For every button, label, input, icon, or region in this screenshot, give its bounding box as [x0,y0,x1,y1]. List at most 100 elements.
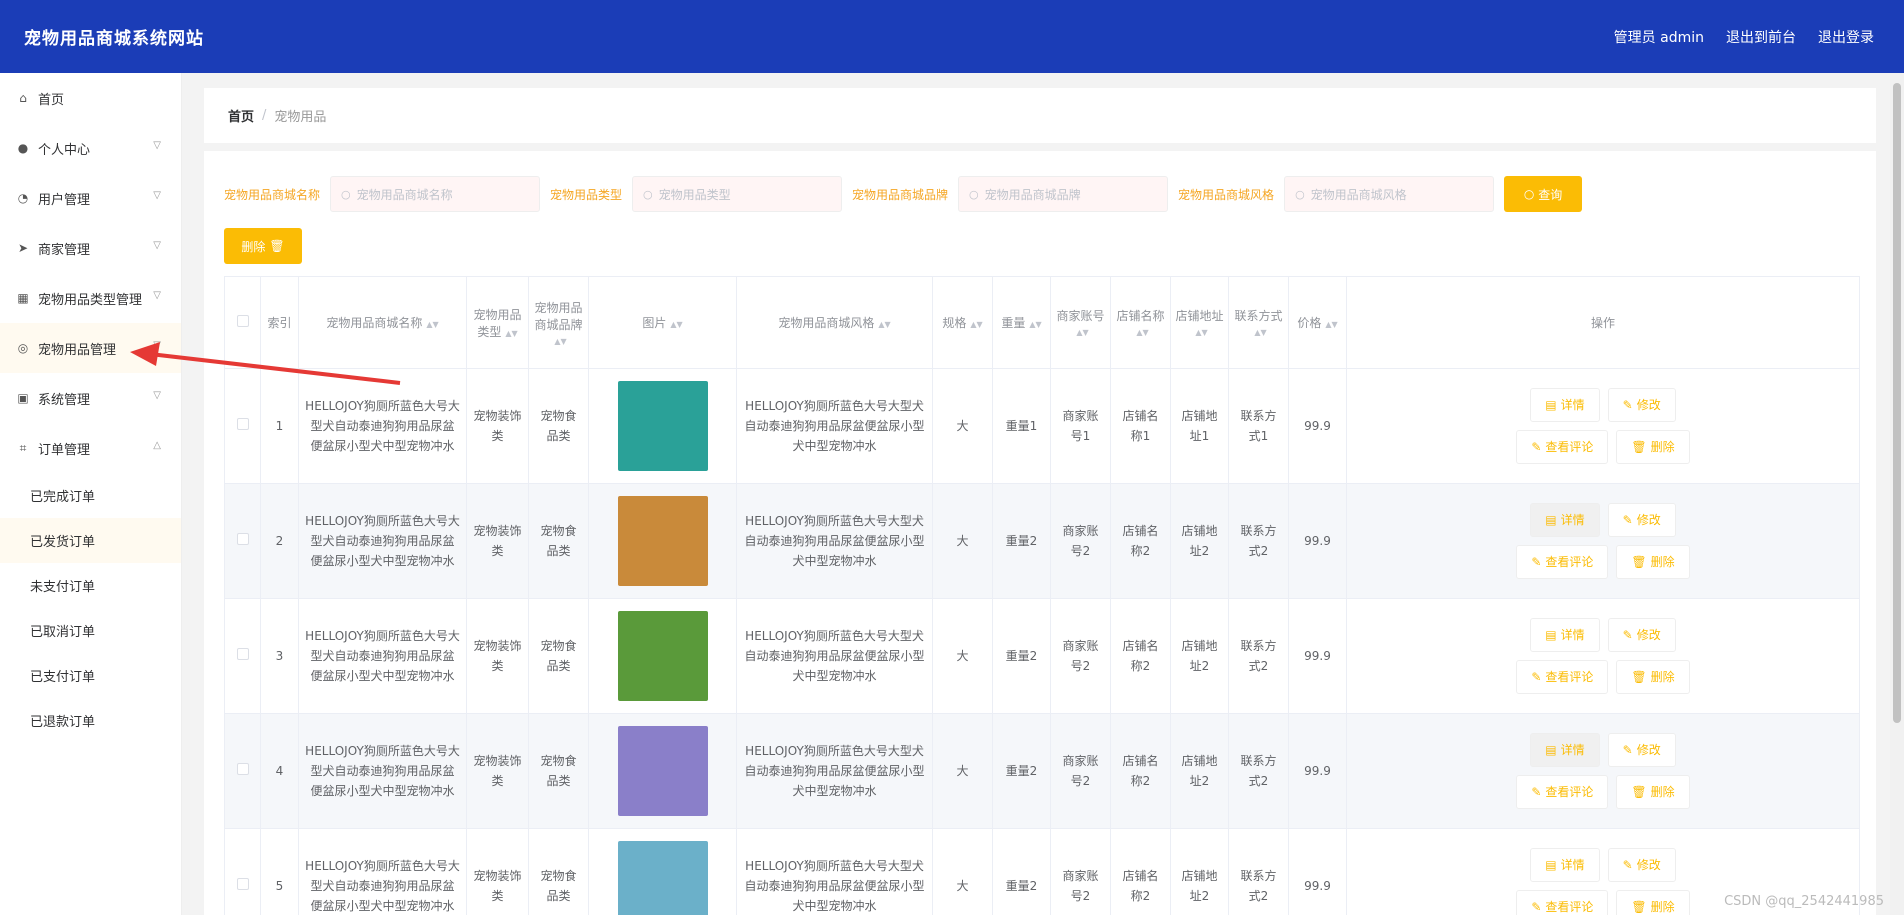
search-input-brand[interactable]: ○ 宠物用品商城品牌 [958,176,1169,212]
sidebar-item-merchants[interactable]: ➤ 商家管理 ▽ [0,223,181,273]
vertical-scrollbar[interactable] [1890,73,1904,915]
cell-weight: 重量2 [992,713,1051,829]
row-select-cell[interactable] [224,598,261,714]
sort-icon[interactable]: ▲▼ [1254,328,1266,337]
col-shop-name[interactable]: 店铺名称 ▲▼ [1110,276,1171,369]
search-input-type[interactable]: ○ 宠物用品类型 [632,176,843,212]
submenu-cancelled-orders[interactable]: 已取消订单 [0,608,181,653]
view-comments-button[interactable]: ✎ 查看评论 [1516,545,1609,579]
sort-icon[interactable]: ▲▼ [670,320,682,329]
sidebar-item-product-types[interactable]: ▦ 宠物用品类型管理 ▽ [0,273,181,323]
sort-icon[interactable]: ▲▼ [1195,328,1207,337]
breadcrumb-current: 宠物用品 [274,110,327,125]
col-type[interactable]: 宠物用品类型 ▲▼ [466,276,529,369]
view-comments-button[interactable]: ✎ 查看评论 [1516,430,1609,464]
col-brand[interactable]: 宠物用品商城品牌 ▲▼ [528,276,589,369]
sidebar-item-orders[interactable]: ⌗ 订单管理 △ [0,423,181,473]
sidebar-item-users[interactable]: ◔ 用户管理 ▽ [0,173,181,223]
detail-button[interactable]: ▤ 详情 [1530,848,1600,882]
detail-button[interactable]: ▤ 详情 [1530,618,1600,652]
sort-icon[interactable]: ▲▼ [1325,320,1337,329]
sidebar-item-profile[interactable]: ● 个人中心 ▽ [0,123,181,173]
detail-button[interactable]: ▤ 详情 [1530,503,1600,537]
col-contact[interactable]: 联系方式 ▲▼ [1228,276,1289,369]
sidebar-item-label: 个人中心 [38,142,91,158]
col-price[interactable]: 价格 ▲▼ [1288,276,1347,369]
sort-icon[interactable]: ▲▼ [1029,320,1041,329]
cell-style: HELLOJOY狗厕所蓝色大号大型犬自动泰迪狗狗用品尿盆便盆尿小型犬中型宠物冲水 [736,828,933,915]
batch-delete-button[interactable]: 删除 🗑 [224,228,302,264]
delete-button[interactable]: 🗑 删除 [1616,430,1690,464]
view-comments-button[interactable]: ✎ 查看评论 [1516,890,1609,915]
view-comments-button[interactable]: ✎ 查看评论 [1516,660,1609,694]
view-comments-button[interactable]: ✎ 查看评论 [1516,775,1609,809]
back-to-front-link[interactable]: 退出到前台 [1726,27,1796,47]
delete-button[interactable]: 🗑 删除 [1616,890,1690,915]
row-select-cell[interactable] [224,713,261,829]
row-checkbox[interactable] [236,878,249,890]
submenu-refunded-orders[interactable]: 已退款订单 [0,698,181,743]
sort-icon[interactable]: ▲▼ [1136,328,1148,337]
cell-brand: 宠物食品类 [528,598,589,714]
col-index: 索引 [260,276,299,369]
op-label: 查看评论 [1545,555,1594,569]
sidebar-item-system[interactable]: ▣ 系统管理 ▽ [0,373,181,423]
col-account[interactable]: 商家账号 ▲▼ [1050,276,1111,369]
product-thumbnail[interactable] [617,381,708,471]
col-name[interactable]: 宠物用品商城名称 ▲▼ [298,276,467,369]
row-checkbox[interactable] [236,648,249,660]
sort-icon[interactable]: ▲▼ [426,320,438,329]
product-thumbnail[interactable] [617,496,708,586]
row-select-cell[interactable] [224,828,261,915]
select-all-checkbox[interactable] [236,315,249,327]
cell-type: 宠物装饰类 [466,368,529,484]
delete-button[interactable]: 🗑 删除 [1616,775,1690,809]
delete-button[interactable]: 🗑 删除 [1616,545,1690,579]
edit-button[interactable]: ✎ 修改 [1607,848,1676,882]
sort-icon[interactable]: ▲▼ [970,320,982,329]
col-actions: 操作 [1346,276,1860,369]
select-all-cell[interactable] [224,276,261,369]
submenu-paid-orders[interactable]: 已支付订单 [0,653,181,698]
product-thumbnail[interactable] [617,841,708,915]
sidebar-item-home[interactable]: ⌂ 首页 [0,73,181,123]
row-checkbox[interactable] [236,763,249,775]
sort-icon[interactable]: ▲▼ [878,320,890,329]
edit-button[interactable]: ✎ 修改 [1607,503,1676,537]
row-select-cell[interactable] [224,368,261,484]
query-button[interactable]: ○ 查询 [1504,176,1583,212]
search-input-name[interactable]: ○ 宠物用品商城名称 [330,176,541,212]
logout-link[interactable]: 退出登录 [1818,27,1874,47]
search-icon: ○ [643,187,653,201]
row-checkbox[interactable] [236,533,249,545]
col-image[interactable]: 图片 ▲▼ [588,276,737,369]
sort-icon[interactable]: ▲▼ [554,337,566,346]
submenu-unpaid-orders[interactable]: 未支付订单 [0,563,181,608]
detail-button[interactable]: ▤ 详情 [1530,733,1600,767]
edit-button[interactable]: ✎ 修改 [1607,733,1676,767]
submenu-completed-orders[interactable]: 已完成订单 [0,473,181,518]
col-spec[interactable]: 规格 ▲▼ [932,276,993,369]
cell-actions: ▤ 详情 ✎ 修改 ✎ 查看评论 🗑 删除 [1346,598,1860,714]
sort-icon[interactable]: ▲▼ [1076,328,1088,337]
search-label-type: 宠物用品类型 [550,187,623,202]
edit-button[interactable]: ✎ 修改 [1607,618,1676,652]
detail-button[interactable]: ▤ 详情 [1530,388,1600,422]
scrollbar-thumb[interactable] [1893,83,1901,723]
row-select-cell[interactable] [224,483,261,599]
row-checkbox[interactable] [236,418,249,430]
col-weight[interactable]: 重量 ▲▼ [992,276,1051,369]
breadcrumb-home[interactable]: 首页 [228,106,254,125]
table-row: 1 HELLOJOY狗厕所蓝色大号大型犬自动泰迪狗狗用品尿盆便盆尿小型犬中型宠物冲… [224,368,1860,484]
product-thumbnail[interactable] [617,611,708,701]
search-input-style[interactable]: ○ 宠物用品商城风格 [1284,176,1495,212]
sidebar-item-products[interactable]: ◎ 宠物用品管理 ▽ [0,323,181,373]
product-thumbnail[interactable] [617,726,708,816]
edit-button[interactable]: ✎ 修改 [1607,388,1676,422]
col-shop-address[interactable]: 店铺地址 ▲▼ [1170,276,1229,369]
submenu-shipped-orders[interactable]: 已发货订单 [0,518,181,563]
sort-icon[interactable]: ▲▼ [505,329,517,338]
chevron-down-icon: ▽ [153,240,161,251]
col-style[interactable]: 宠物用品商城风格 ▲▼ [736,276,933,369]
delete-button[interactable]: 🗑 删除 [1616,660,1690,694]
